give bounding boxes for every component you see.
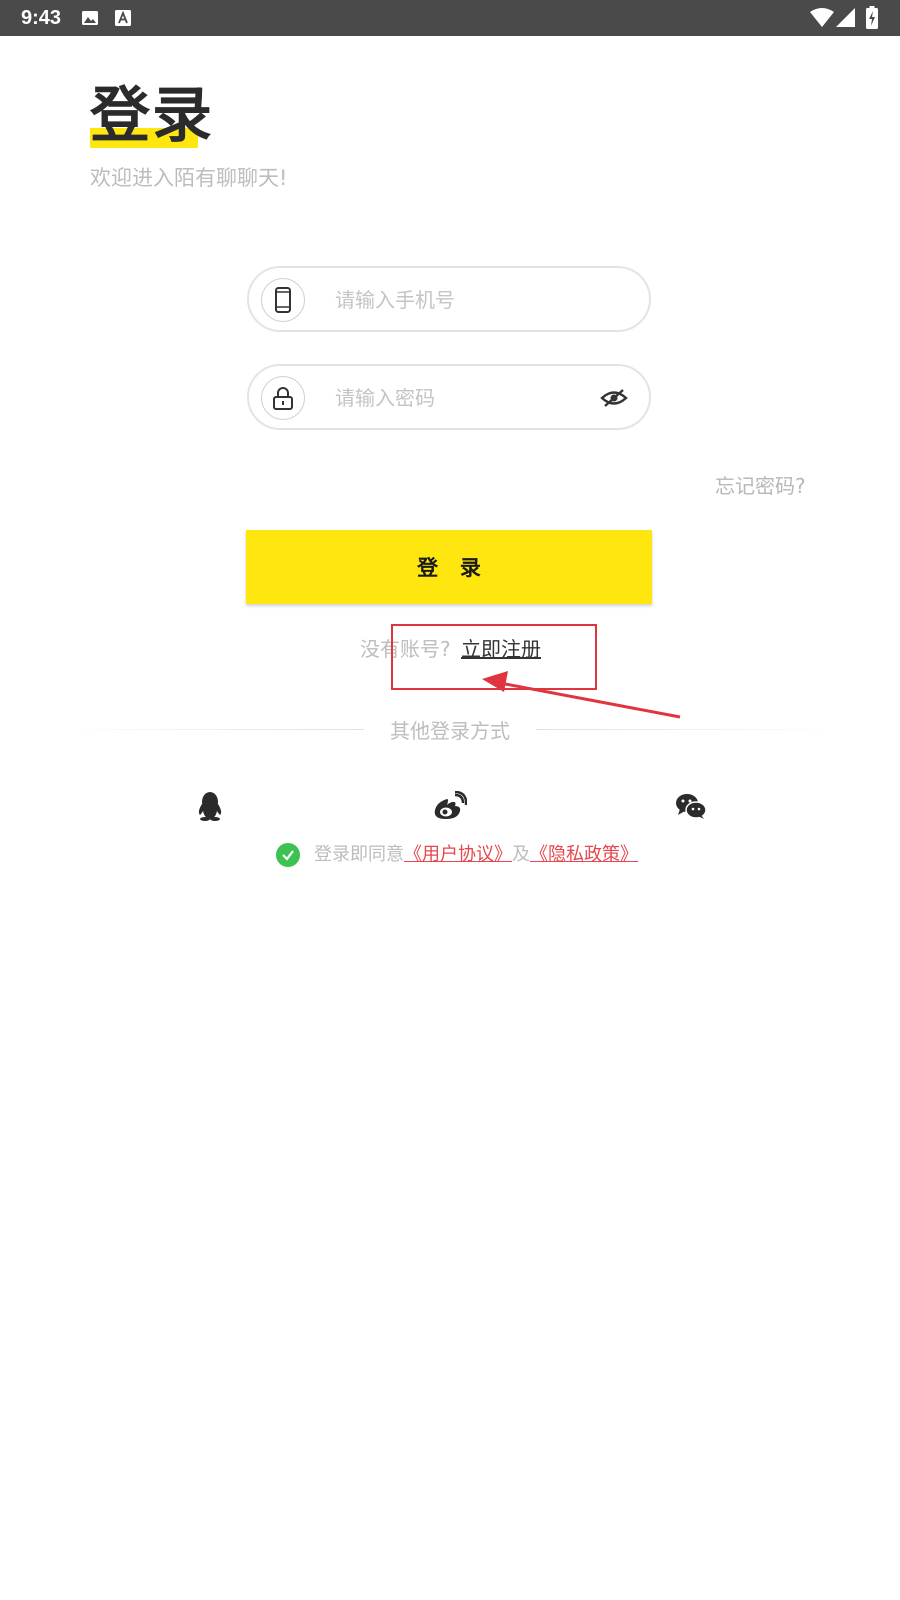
eye-off-icon[interactable] (599, 386, 629, 410)
divider-right (536, 729, 840, 730)
privacy-policy-link[interactable]: 《隐私政策》 (530, 844, 638, 865)
lock-icon (261, 376, 305, 420)
check-icon (282, 850, 294, 861)
signal-icon (836, 8, 856, 32)
password-field[interactable] (247, 364, 651, 430)
image-icon (81, 9, 99, 31)
forgot-password-link[interactable]: 忘记密码? (715, 473, 806, 499)
agreement-checkbox[interactable] (276, 843, 300, 867)
battery-charging-icon (866, 6, 878, 34)
login-button[interactable]: 登 录 (246, 530, 652, 604)
qq-icon[interactable] (190, 786, 230, 826)
agreement-connector: 及 (512, 844, 530, 865)
annotation-arrow (482, 671, 681, 719)
wifi-icon (810, 8, 834, 32)
password-input[interactable] (335, 380, 585, 416)
page-title: 登录 (90, 81, 214, 151)
agreement-prefix: 登录即同意 (314, 844, 404, 865)
page-subtitle: 欢迎进入陌有聊聊天! (90, 166, 288, 190)
other-login-label: 其他登录方式 (390, 719, 510, 743)
wechat-icon[interactable] (671, 786, 711, 826)
status-time: 9:43 (21, 7, 62, 29)
phone-field[interactable] (247, 266, 651, 332)
font-a-icon (115, 9, 131, 31)
user-agreement-link[interactable]: 《用户协议》 (404, 844, 512, 865)
divider-left (60, 729, 364, 730)
phone-icon (261, 278, 305, 322)
phone-input[interactable] (335, 282, 585, 318)
status-bar: 9:43 (0, 0, 900, 36)
weibo-icon[interactable] (430, 786, 470, 826)
agreement-text: 登录即同意《用户协议》及《隐私政策》 (314, 843, 638, 867)
